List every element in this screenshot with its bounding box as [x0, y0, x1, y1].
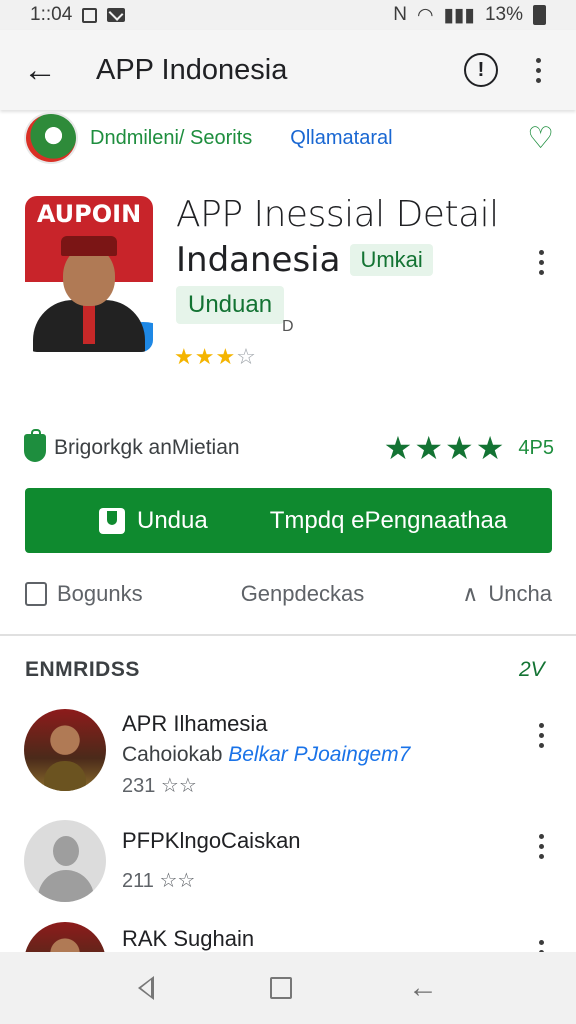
- install-chip[interactable]: Unduan: [176, 286, 285, 324]
- small-mark: D: [282, 318, 294, 335]
- install-label: Undua: [137, 506, 208, 534]
- system-nav-bar: ←: [0, 952, 576, 1024]
- notification-square-icon: [82, 7, 98, 23]
- download-icon: [99, 507, 125, 534]
- details-action[interactable]: Genpdeckas: [241, 581, 365, 607]
- chevron-up-icon: ∧: [462, 581, 479, 606]
- upload-label: Uncha: [488, 581, 552, 606]
- list-item-title: PFPKlngoCaiskan: [122, 828, 301, 853]
- wifi-icon: ◠: [417, 4, 434, 26]
- badge-row: Brigorkgk anMietian ★★★★ 4P5: [24, 429, 554, 466]
- nav-recent-icon[interactable]: ←: [408, 971, 438, 1005]
- rating-score: 4P5: [518, 436, 554, 459]
- list-item-more-icon[interactable]: [531, 723, 551, 748]
- app-bar: ← APP Indonesia !: [0, 30, 576, 110]
- avatar: [24, 709, 106, 791]
- list-item-rating: 231 ☆☆: [122, 775, 197, 797]
- developer-row: Dndmileni/ Seorits Qllamataral ♡: [24, 112, 554, 164]
- battery-icon: [533, 5, 546, 25]
- app-rating-stars: ★★★☆: [174, 344, 257, 369]
- list-item-subtitle: Cahoiokab Belkar PJoaingem7: [122, 743, 411, 766]
- status-time: 1::04: [30, 4, 73, 25]
- app-name-line1: APP Inessial Detail: [176, 194, 499, 235]
- developer-logo[interactable]: [24, 112, 78, 164]
- app-name-row: Indanesia Umkai: [176, 240, 433, 280]
- app-icon: AUPOIN: [25, 196, 153, 352]
- battery-percent: 13%: [484, 4, 523, 25]
- install-chip-row: Unduan: [176, 286, 285, 324]
- developer-link[interactable]: Qllamataral: [290, 127, 527, 150]
- app-icon-label: AUPOIN: [36, 200, 142, 228]
- section-title: ENMRIDSS: [25, 658, 140, 681]
- install-label-secondary: Tmpdq ePengnaathaa: [269, 506, 508, 534]
- section-action-link[interactable]: 2V: [519, 658, 545, 682]
- details-label: Genpdeckas: [240, 581, 365, 606]
- list-item-title: APR Ilhamesia: [122, 711, 268, 736]
- mail-icon: [107, 8, 126, 22]
- shield-lock-icon: [24, 429, 46, 462]
- more-options-icon[interactable]: [528, 57, 548, 83]
- action-row: Bogunks Genpdeckas ∧ Uncha: [25, 572, 552, 616]
- avatar-placeholder: [24, 820, 106, 902]
- list-item[interactable]: APR Ilhamesia Cahoiokab Belkar PJoaingem…: [24, 709, 554, 799]
- list-item[interactable]: PFPKlngoCaiskan 211 ☆☆: [24, 820, 554, 902]
- developer-name[interactable]: Dndmileni/ Seorits: [90, 127, 252, 150]
- app-tag-chip[interactable]: Umkai: [350, 244, 433, 276]
- list-item-more-icon[interactable]: [531, 834, 551, 859]
- divider: [0, 634, 576, 636]
- list-item-title: RAK Sughain: [122, 926, 255, 951]
- bookmarks-action[interactable]: Bogunks: [25, 581, 143, 607]
- nfc-icon: N: [393, 4, 407, 25]
- install-button[interactable]: Undua Tmpdq ePengnaathaa: [25, 488, 552, 553]
- status-bar: 1::04 N ◠ ▮▮▮ 13%: [0, 0, 576, 30]
- upload-action[interactable]: ∧ Uncha: [462, 581, 552, 607]
- info-icon[interactable]: !: [464, 53, 498, 87]
- nav-back-icon[interactable]: [138, 976, 154, 1000]
- list-item-more-icon[interactable]: [531, 940, 551, 952]
- back-arrow-icon[interactable]: ←: [0, 30, 80, 110]
- app-more-icon[interactable]: [531, 250, 551, 275]
- bookmarks-label: Bogunks: [57, 581, 143, 606]
- badge-text: Brigorkgk anMietian: [54, 436, 240, 459]
- nav-home-icon[interactable]: [270, 977, 292, 999]
- list-item-rating: 211 ☆☆: [122, 870, 196, 892]
- signal-icon: ▮▮▮: [443, 4, 475, 26]
- page-title: APP Indonesia: [96, 53, 288, 86]
- list-item[interactable]: RAK Sughain: [24, 922, 554, 952]
- bookmark-icon: [25, 582, 47, 606]
- avatar: [24, 922, 106, 952]
- rating-stars: ★★★★: [383, 430, 507, 466]
- wishlist-heart-icon[interactable]: ♡: [527, 121, 554, 156]
- app-name-line2: Indanesia: [176, 240, 341, 280]
